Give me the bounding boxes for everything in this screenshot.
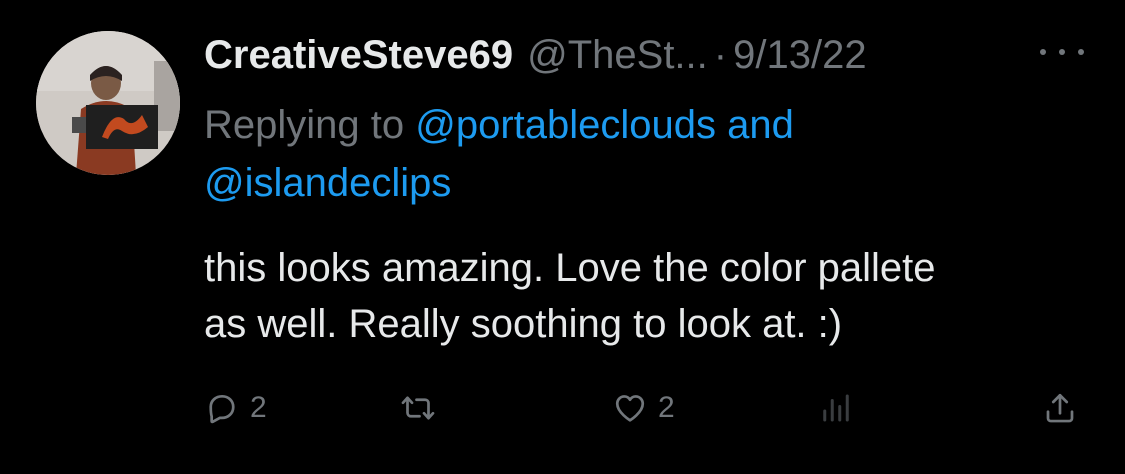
display-name[interactable]: CreativeSteve69 [204, 31, 513, 79]
timestamp[interactable]: 9/13/22 [733, 31, 866, 79]
reply-icon [209, 394, 235, 424]
like-button[interactable]: 2 [612, 380, 675, 436]
heart-icon [615, 395, 645, 422]
replying-to-label: Replying to [204, 103, 416, 147]
share-icon [1046, 393, 1074, 423]
replying-to: Replying to @portableclouds and @islande… [204, 96, 1004, 212]
reply-count: 2 [250, 391, 267, 424]
views-icon [823, 394, 849, 422]
avatar-image [36, 31, 180, 175]
retweet-button[interactable] [400, 380, 436, 436]
mention-joiner[interactable]: and [716, 103, 794, 147]
more-options-icon[interactable] [1040, 40, 1084, 64]
more-dot [1040, 49, 1046, 55]
views-button[interactable] [818, 380, 854, 436]
tweet-text-line: as well. Really soothing to look at. :) [204, 302, 843, 346]
retweet-icon [401, 396, 435, 420]
share-button[interactable] [1042, 380, 1078, 436]
tweet-text: this looks amazing. Love the color palle… [204, 240, 1104, 352]
like-count: 2 [658, 391, 675, 424]
action-bar: 2 2 [0, 380, 1125, 436]
reply-button[interactable]: 2 [204, 380, 267, 436]
user-handle[interactable]: @TheSt... [527, 31, 708, 79]
more-dot [1078, 49, 1084, 55]
tweet-header: CreativeSteve69 @TheSt... · 9/13/22 [204, 31, 867, 79]
mention-portableclouds[interactable]: @portableclouds [415, 103, 716, 147]
tweet-text-line: this looks amazing. Love the color palle… [204, 246, 936, 290]
separator-dot: · [713, 33, 728, 77]
mention-islandeclips[interactable]: @islandeclips [204, 161, 451, 205]
avatar[interactable] [36, 31, 180, 175]
more-dot [1059, 49, 1065, 55]
tweet[interactable]: CreativeSteve69 @TheSt... · 9/13/22 Repl… [0, 0, 1125, 474]
